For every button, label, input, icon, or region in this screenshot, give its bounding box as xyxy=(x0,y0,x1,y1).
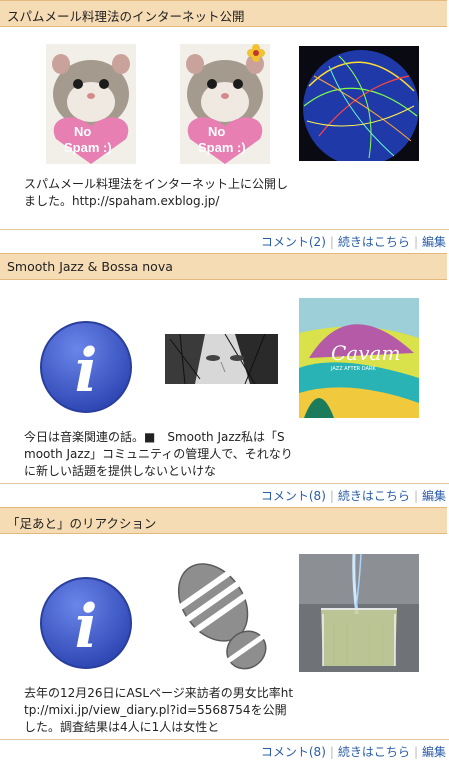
heart-text: No xyxy=(208,124,225,139)
entry-header: Smooth Jazz & Bossa nova xyxy=(0,253,447,280)
blog-entry: Smooth Jazz & Bossa nova i Cavam JAZZ AF… xyxy=(0,253,449,508)
heart-text: No xyxy=(74,124,91,139)
face-eyes-photo-icon[interactable] xyxy=(165,334,278,384)
entry-title[interactable]: スパムメール料理法のインターネット公開 xyxy=(7,6,245,25)
entry-footer: コメント(2) | 続きはこちら | 編集 xyxy=(0,229,449,252)
hamster-no-spam-heart-icon[interactable]: No Spam :) xyxy=(46,44,136,164)
separator: | xyxy=(413,745,418,759)
info-icon[interactable]: i xyxy=(38,575,134,671)
read-more-link[interactable]: 続きはこちら xyxy=(338,489,410,503)
entry-header: スパムメール料理法のインターネット公開 xyxy=(0,0,447,27)
entry-header: 「足あと」のリアクション xyxy=(0,507,447,534)
shoe-print-icon[interactable] xyxy=(163,559,286,677)
blog-entry: スパムメール料理法のインターネット公開 No Spam :) No Spam:… xyxy=(0,0,449,254)
comments-link[interactable]: コメント(2) xyxy=(261,235,326,249)
album-subtitle-text: JAZZ AFTER DARK xyxy=(330,366,376,372)
separator: | xyxy=(329,235,334,249)
blog-entry: 「足あと」のリアクション i 去年の12月26日にASLページ来訪者の男女比率h… xyxy=(0,507,449,766)
separator: | xyxy=(413,489,418,503)
info-glyph: i xyxy=(75,592,98,662)
entry-footer: コメント(8) | 続きはこちら | 編集 xyxy=(0,739,449,762)
info-icon[interactable]: i xyxy=(38,319,134,415)
entry-title[interactable]: 「足あと」のリアクション xyxy=(7,513,156,532)
entry-title[interactable]: Smooth Jazz & Bossa nova xyxy=(7,259,173,274)
hamster-no-spam-heart-flower-icon[interactable]: No Spam :) xyxy=(180,44,270,164)
heart-text: Spam :) xyxy=(198,140,246,155)
album-cover-icon[interactable]: Cavam JAZZ AFTER DARK xyxy=(299,298,419,418)
entry-excerpt: 去年の12月26日にASLページ来訪者の男女比率http://mixi.jp/v… xyxy=(24,686,294,734)
heart-text: Spam :) xyxy=(64,140,112,155)
footer-links: コメント(8) | 続きはこちら | 編集 xyxy=(261,743,446,760)
entry-excerpt: スパムメール料理法をインターネット上に公開しました。http://spaham.… xyxy=(24,177,289,208)
album-title-text: Cavam xyxy=(331,341,400,365)
comments-link[interactable]: コメント(8) xyxy=(261,745,326,759)
edit-link[interactable]: 編集 xyxy=(422,745,446,759)
read-more-link[interactable]: 続きはこちら xyxy=(338,235,410,249)
footer-links: コメント(8) | 続きはこちら | 編集 xyxy=(261,487,446,504)
separator: | xyxy=(329,745,334,759)
read-more-link[interactable]: 続きはこちら xyxy=(338,745,410,759)
separator: | xyxy=(413,235,418,249)
entry-footer: コメント(8) | 続きはこちら | 編集 xyxy=(0,483,449,506)
separator: | xyxy=(329,489,334,503)
footer-links: コメント(2) | 続きはこちら | 編集 xyxy=(261,233,446,250)
info-glyph: i xyxy=(75,336,98,406)
beaker-flame-icon[interactable] xyxy=(299,554,419,672)
edit-link[interactable]: 編集 xyxy=(422,489,446,503)
comments-link[interactable]: コメント(8) xyxy=(261,489,326,503)
edit-link[interactable]: 編集 xyxy=(422,235,446,249)
globe-network-icon[interactable] xyxy=(299,46,419,161)
entry-excerpt: 今日は音楽関連の話。■ Smooth Jazz私は「Smooth Jazz」コミ… xyxy=(24,430,293,478)
